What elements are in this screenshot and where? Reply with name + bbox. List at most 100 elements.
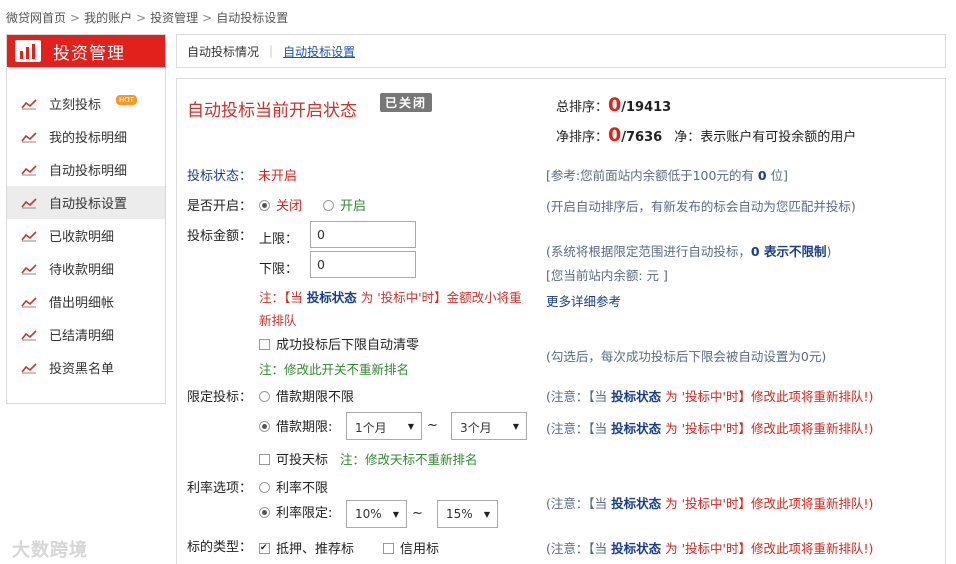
- sidebar-item-label: 借出明细帐: [49, 296, 115, 311]
- hot-badge: HOT: [116, 95, 138, 105]
- total-rank-value: 0: [608, 94, 622, 116]
- sidebar: 投资管理 立刻投标 HOT 我的投标明细 自动投标明细 自动投标设置 已收款明细待收款明细…: [6, 34, 166, 404]
- sidebar-header: 投资管理: [7, 35, 165, 67]
- trend-icon: [21, 230, 37, 241]
- auto-clear-note: 注：修改此开关不重新排名: [259, 362, 410, 377]
- period-from-select[interactable]: 1个月 ▼: [346, 412, 422, 440]
- attention-note: (注意：【当 投标状态 为 '投标中'时】修改此项将重新排队!): [546, 541, 874, 556]
- type-credit-checkbox[interactable]: 信用标: [383, 538, 439, 557]
- invest-logo-icon: [15, 40, 41, 62]
- breadcrumb: 微贷网首页 > 我的账户 > 投资管理 > 自动投标设置: [6, 11, 289, 25]
- breadcrumb-invest[interactable]: 投资管理: [150, 11, 198, 25]
- limit-label: 限定投标：: [187, 390, 253, 405]
- rate-any-radio[interactable]: 利率不限: [259, 477, 328, 496]
- type-mortgage-checkbox[interactable]: 抵押、推荐标: [259, 538, 354, 557]
- ref-note: [参考:您前面站内余额低于100元的有 0 位]: [546, 168, 788, 183]
- open-label: 是否开启：: [187, 199, 253, 214]
- checkbox-icon: [259, 454, 270, 465]
- tab-bar: 自动投标情况 | 自动投标设置: [176, 34, 946, 68]
- radio-checked-icon: [259, 421, 270, 432]
- sidebar-item-label: 投资黑名单: [49, 362, 115, 377]
- breadcrumb-account[interactable]: 我的账户: [84, 11, 132, 25]
- attention-note: (注意：【当 投标状态 为 '投标中'时】修改此项将重新排队!): [546, 389, 874, 404]
- period-to-select[interactable]: 3个月 ▼: [451, 412, 527, 440]
- sidebar-item-label: 待收款明细: [49, 263, 115, 278]
- rate-to-select[interactable]: 15% ▼: [437, 500, 498, 528]
- limit-any-radio[interactable]: 借款期限不限: [259, 386, 354, 405]
- checkbox-checked-icon: [259, 543, 270, 554]
- caret-down-icon: ▼: [392, 510, 399, 519]
- type-label: 标的类型：: [187, 540, 253, 555]
- tab-auto-bid-status[interactable]: 自动投标情况: [187, 43, 259, 60]
- caret-down-icon: ▼: [483, 510, 490, 519]
- radio-checked-icon: [259, 200, 270, 211]
- radio-icon: [259, 482, 270, 493]
- attention-note: (注意：【当 投标状态 为 '投标中'时】修改此项将重新排队!): [546, 421, 874, 436]
- status-badge: 已关闭: [380, 93, 433, 112]
- trend-icon: [21, 98, 37, 109]
- sidebar-item[interactable]: 已结清明细: [7, 318, 165, 351]
- net-note: 净：表示账户有可投余额的用户: [674, 130, 857, 145]
- sidebar-title: 投资管理: [53, 43, 125, 64]
- checkbox-icon: [383, 543, 394, 554]
- upper-label: 上限：: [259, 232, 299, 247]
- attention-note: (注意：【当 投标状态 为 '投标中'时】修改此项将重新排队!): [546, 496, 874, 511]
- sky-bid-checkbox[interactable]: 可投天标: [259, 449, 328, 468]
- auto-clear-checkbox[interactable]: 成功投标后下限自动清零: [259, 334, 419, 353]
- trend-icon: [21, 362, 37, 373]
- sidebar-item[interactable]: 借出明细帐: [7, 285, 165, 318]
- sidebar-item[interactable]: 自动投标明细: [7, 153, 165, 186]
- sidebar-item-label: 我的投标明细: [49, 131, 128, 146]
- trend-icon: [21, 329, 37, 340]
- net-rank: 净排序：0/7636 净：表示账户有可投余额的用户: [556, 124, 857, 146]
- sidebar-item-label: 已结清明细: [49, 329, 115, 344]
- more-detail-link[interactable]: 更多详细参考: [546, 291, 621, 310]
- sidebar-item[interactable]: 我的投标明细: [7, 120, 165, 153]
- trend-icon: [21, 197, 37, 208]
- sidebar-item-label: 自动投标设置: [49, 197, 128, 212]
- trend-icon: [21, 164, 37, 175]
- breadcrumb-current: 自动投标设置: [216, 11, 289, 25]
- lower-limit-input[interactable]: 0: [310, 251, 416, 278]
- radio-icon: [259, 391, 270, 402]
- sidebar-item[interactable]: 自动投标设置: [7, 186, 165, 219]
- sky-bid-note: 注：修改天标不重新排名: [340, 452, 478, 467]
- amount-warning-cont: 新排队: [259, 313, 297, 328]
- open-on-radio[interactable]: 开启: [323, 195, 366, 214]
- tab-auto-bid-settings[interactable]: 自动投标设置: [283, 43, 355, 60]
- net-rank-value: 0: [608, 124, 622, 146]
- balance-note: [您当前站内余额: 元 ]: [546, 268, 668, 283]
- bid-state-label: 投标状态：: [187, 169, 253, 184]
- sidebar-item-label: 立刻投标: [49, 98, 102, 113]
- amount-label: 投标金额：: [187, 229, 253, 244]
- upper-limit-input[interactable]: 0: [310, 221, 416, 248]
- auto-clear-help: (勾选后，每次成功投标后下限会被自动设置为0元): [546, 349, 827, 364]
- sidebar-item[interactable]: 投资黑名单: [7, 351, 165, 384]
- sidebar-item-label: 已收款明细: [49, 230, 115, 245]
- rate-limit-radio[interactable]: 利率限定:: [259, 502, 332, 521]
- sidebar-item-label: 自动投标明细: [49, 164, 128, 179]
- open-note: (开启自动排序后，有新发布的标会自动为您匹配并投标): [546, 199, 856, 214]
- open-off-radio[interactable]: 关闭: [259, 195, 302, 214]
- amount-warning: 注：【当 投标状态 为 '投标中'时】金额改小将重: [259, 290, 522, 305]
- trend-icon: [21, 296, 37, 307]
- trend-icon: [21, 263, 37, 274]
- rate-label: 利率选项：: [187, 481, 253, 496]
- sidebar-item[interactable]: 已收款明细: [7, 219, 165, 252]
- status-title: 自动投标当前开启状态: [187, 101, 357, 121]
- radio-checked-icon: [259, 507, 270, 518]
- caret-down-icon: ▼: [407, 422, 414, 431]
- sidebar-item[interactable]: 立刻投标 HOT: [7, 87, 165, 120]
- radio-icon: [323, 200, 334, 211]
- limit-period-radio[interactable]: 借款期限:: [259, 416, 332, 435]
- sidebar-item[interactable]: 待收款明细: [7, 252, 165, 285]
- trend-icon: [21, 131, 37, 142]
- checkbox-icon: [259, 339, 270, 350]
- breadcrumb-home[interactable]: 微贷网首页: [6, 11, 66, 25]
- rate-from-select[interactable]: 10% ▼: [346, 500, 407, 528]
- amount-note: (系统将根据限定范围进行自动投标，0 表示不限制): [546, 244, 832, 259]
- total-rank: 总排序：0/19413: [556, 94, 672, 116]
- lower-label: 下限：: [259, 262, 299, 277]
- bid-state-value: 未开启: [258, 169, 298, 184]
- watermark: 大数跨境: [12, 540, 88, 561]
